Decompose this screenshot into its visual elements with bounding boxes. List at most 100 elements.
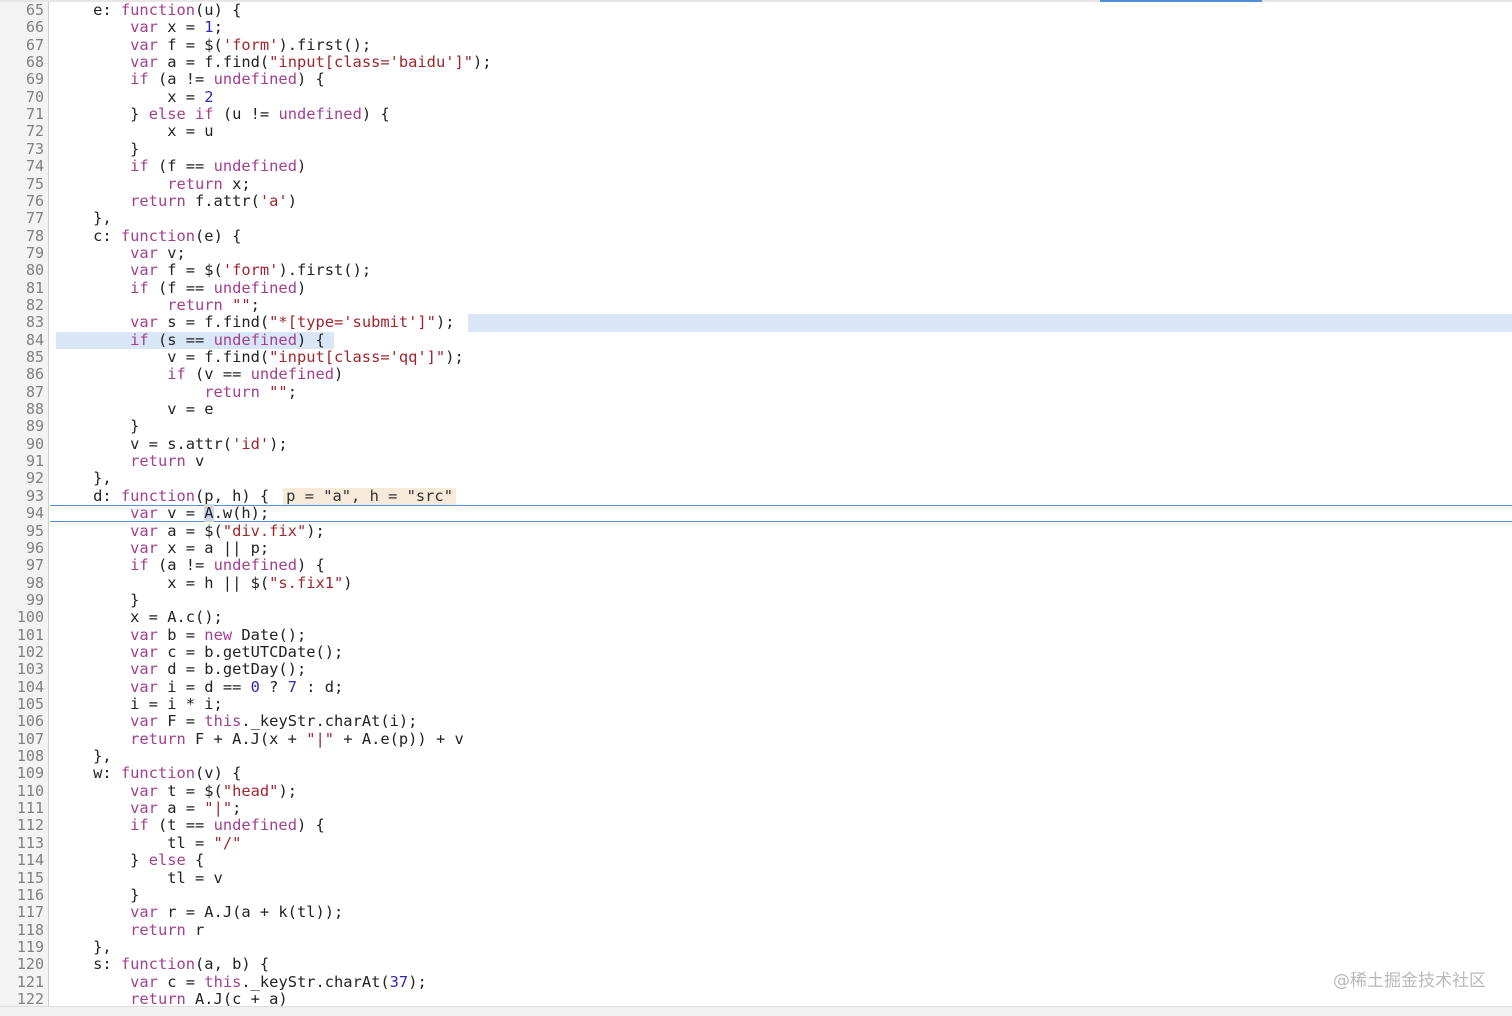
code-line[interactable]: 99 } xyxy=(0,591,1512,609)
line-number[interactable]: 91 xyxy=(0,452,44,470)
code-line[interactable]: 81 if (f == undefined) xyxy=(0,279,1512,297)
code-line[interactable]: 114 } else { xyxy=(0,851,1512,869)
line-number[interactable]: 65 xyxy=(0,1,44,19)
code-line[interactable]: 88 v = e xyxy=(0,400,1512,418)
code-line[interactable]: 100 x = A.c(); xyxy=(0,608,1512,626)
code-line[interactable]: 112 if (t == undefined) { xyxy=(0,817,1512,835)
line-number[interactable]: 106 xyxy=(0,712,44,730)
code-line[interactable]: 86 if (v == undefined) xyxy=(0,365,1512,383)
line-number[interactable]: 93 xyxy=(0,487,44,505)
line-number[interactable]: 104 xyxy=(0,678,44,696)
code-line[interactable]: 107 return F + A.J(x + "|" + A.e(p)) + v xyxy=(0,730,1512,748)
code-line[interactable]: 91 return v xyxy=(0,452,1512,470)
line-number[interactable]: 77 xyxy=(0,209,44,227)
line-number[interactable]: 90 xyxy=(0,435,44,453)
code-line[interactable]: 73 } xyxy=(0,140,1512,158)
line-number[interactable]: 113 xyxy=(0,834,44,852)
code-line[interactable]: 103 var d = b.getDay(); xyxy=(0,660,1512,678)
line-number[interactable]: 109 xyxy=(0,765,44,783)
line-number[interactable]: 79 xyxy=(0,244,44,262)
code-line[interactable]: 109 w: function(v) { xyxy=(0,765,1512,783)
code-line[interactable]: 90 v = s.attr('id'); xyxy=(0,435,1512,453)
code-line[interactable]: 108 }, xyxy=(0,747,1512,765)
line-number[interactable]: 89 xyxy=(0,418,44,436)
code-line[interactable]: 82 return ""; xyxy=(0,296,1512,314)
line-number[interactable]: 73 xyxy=(0,140,44,158)
line-number[interactable]: 118 xyxy=(0,921,44,939)
code-line[interactable]: 69 if (a != undefined) { xyxy=(0,71,1512,89)
code-line[interactable]: 104 var i = d == 0 ? 7 : d; xyxy=(0,678,1512,696)
line-number[interactable]: 107 xyxy=(0,730,44,748)
line-number[interactable]: 74 xyxy=(0,157,44,175)
line-number[interactable]: 85 xyxy=(0,348,44,366)
line-number[interactable]: 105 xyxy=(0,695,44,713)
line-number[interactable]: 101 xyxy=(0,626,44,644)
line-number[interactable]: 115 xyxy=(0,869,44,887)
code-line[interactable]: 105 i = i * i; xyxy=(0,695,1512,713)
line-number[interactable]: 80 xyxy=(0,261,44,279)
line-number[interactable]: 96 xyxy=(0,539,44,557)
code-line[interactable]: 65 e: function(u) { xyxy=(0,1,1512,19)
code-line[interactable]: 78 c: function(e) { xyxy=(0,227,1512,245)
line-number[interactable]: 95 xyxy=(0,522,44,540)
line-number[interactable]: 112 xyxy=(0,817,44,835)
line-number[interactable]: 84 xyxy=(0,331,44,349)
line-number[interactable]: 102 xyxy=(0,643,44,661)
code-line[interactable]: 70 x = 2 xyxy=(0,88,1512,106)
code-line[interactable]: 121 var c = this._keyStr.charAt(37); xyxy=(0,973,1512,991)
code-line[interactable]: 83 var s = f.find("*[type='submit']"); xyxy=(0,313,1512,332)
line-number[interactable]: 94 xyxy=(0,504,44,522)
line-number[interactable]: 72 xyxy=(0,123,44,141)
code-editor[interactable]: 65 e: function(u) {66 var x = 1; 67 var f… xyxy=(0,1,1512,1008)
code-line[interactable]: 84 if (s == undefined) { xyxy=(0,331,1512,349)
code-line[interactable]: 85 v = f.find("input[class='qq']"); xyxy=(0,348,1512,366)
code-line[interactable]: 71 } else if (u != undefined) { xyxy=(0,105,1512,123)
line-number[interactable]: 83 xyxy=(0,313,44,331)
line-number[interactable]: 76 xyxy=(0,192,44,210)
line-number[interactable]: 120 xyxy=(0,955,44,973)
line-number[interactable]: 75 xyxy=(0,175,44,193)
code-line[interactable]: 110 var t = $("head"); xyxy=(0,782,1512,800)
line-number[interactable]: 70 xyxy=(0,88,44,106)
line-number[interactable]: 69 xyxy=(0,71,44,89)
code-line[interactable]: 106 var F = this._keyStr.charAt(i); xyxy=(0,712,1512,730)
code-line[interactable]: 74 if (f == undefined) xyxy=(0,157,1512,175)
code-line[interactable]: 89 } xyxy=(0,418,1512,436)
line-number[interactable]: 108 xyxy=(0,747,44,765)
line-number[interactable]: 110 xyxy=(0,782,44,800)
code-line[interactable]: 113 tl = "/" xyxy=(0,834,1512,852)
code-line[interactable]: 96 var x = a || p; xyxy=(0,539,1512,557)
code-line[interactable]: 87 return ""; xyxy=(0,383,1512,401)
line-number[interactable]: 66 xyxy=(0,18,44,36)
code-line[interactable]: 77 }, xyxy=(0,209,1512,227)
line-number[interactable]: 87 xyxy=(0,383,44,401)
line-number[interactable]: 78 xyxy=(0,227,44,245)
line-number[interactable]: 103 xyxy=(0,660,44,678)
code-line[interactable]: 98 x = h || $("s.fix1") xyxy=(0,574,1512,592)
code-line[interactable]: 111 var a = "|"; xyxy=(0,799,1512,817)
line-number[interactable]: 98 xyxy=(0,574,44,592)
code-line[interactable]: 102 var c = b.getUTCDate(); xyxy=(0,643,1512,661)
line-number[interactable]: 99 xyxy=(0,591,44,609)
line-number[interactable]: 67 xyxy=(0,36,44,54)
line-number[interactable]: 117 xyxy=(0,903,44,921)
line-number[interactable]: 92 xyxy=(0,470,44,488)
line-number[interactable]: 86 xyxy=(0,365,44,383)
code-line[interactable]: 68 var a = f.find("input[class='baidu']"… xyxy=(0,53,1512,71)
line-number[interactable]: 111 xyxy=(0,799,44,817)
code-line[interactable]: 79 var v; xyxy=(0,244,1512,262)
code-line[interactable]: 95 var a = $("div.fix"); xyxy=(0,522,1512,540)
line-number[interactable]: 121 xyxy=(0,973,44,991)
line-number[interactable]: 81 xyxy=(0,279,44,297)
line-number[interactable]: 97 xyxy=(0,556,44,574)
code-line[interactable]: 101 var b = new Date(); xyxy=(0,626,1512,644)
code-line[interactable]: 67 var f = $('form').first(); xyxy=(0,36,1512,54)
code-line[interactable]: 118 return r xyxy=(0,921,1512,939)
code-line[interactable]: 97 if (a != undefined) { xyxy=(0,556,1512,574)
code-line[interactable]: 80 var f = $('form').first(); xyxy=(0,261,1512,279)
line-number[interactable]: 68 xyxy=(0,53,44,71)
line-number[interactable]: 116 xyxy=(0,886,44,904)
code-line[interactable]: 66 var x = 1; xyxy=(0,18,1512,36)
code-line[interactable]: 92 }, xyxy=(0,470,1512,488)
code-line[interactable]: 116 } xyxy=(0,886,1512,904)
